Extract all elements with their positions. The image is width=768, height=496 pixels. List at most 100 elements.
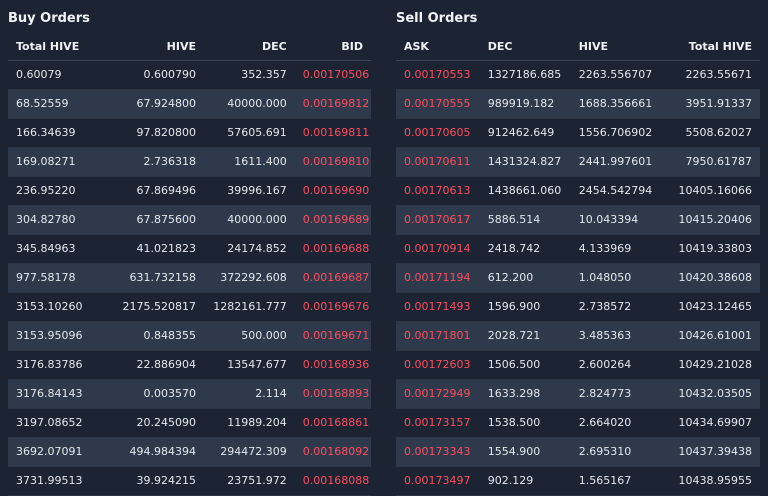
col-hive[interactable]: HIVE [102, 38, 204, 61]
total-hive-cell: 10432.03505 [661, 379, 760, 409]
buy-order-row[interactable]: 3197.08652 20.245090 11989.204 0.00168861 [8, 408, 371, 438]
dec-cell: 1633.298 [479, 379, 571, 409]
total-hive-cell: 10438.95955 [661, 466, 760, 496]
buy-order-row[interactable]: 166.34639 97.820800 57605.691 0.00169811 [8, 118, 371, 148]
sell-order-row[interactable]: 0.00172603 1506.500 2.600264 10429.21028 [396, 350, 760, 380]
hive-cell: 3.485363 [570, 321, 662, 351]
buy-order-row[interactable]: 3153.10260 2175.520817 1282161.777 0.001696… [8, 292, 371, 322]
dec-cell: 1431324.827 [479, 147, 571, 177]
sell-order-row[interactable]: 0.00172949 1633.298 2.824773 10432.03505 [396, 379, 760, 409]
dec-cell: 13547.677 [204, 350, 295, 380]
dec-cell: 294472.309 [204, 437, 295, 467]
dec-cell: 1538.500 [479, 408, 571, 438]
total-hive-cell: 3153.95096 [8, 321, 103, 351]
sell-order-row[interactable]: 0.00173497 902.129 1.565167 10438.95955 [396, 466, 760, 496]
buy-order-row[interactable]: 3692.07091 494.984394 294472.309 0.00168092 [8, 437, 371, 467]
hive-cell: 1556.706902 [570, 118, 662, 148]
hive-cell: 10.043394 [570, 205, 662, 235]
bid-price-cell: 0.00169689 [294, 205, 371, 235]
dec-cell: 2028.721 [479, 321, 571, 351]
total-hive-cell: 3951.91337 [661, 89, 760, 119]
bid-price-cell: 0.00170506 [294, 60, 371, 90]
dec-cell: 352.357 [204, 60, 295, 90]
hive-cell: 2441.997601 [570, 147, 662, 177]
col-total-hive[interactable]: Total HIVE [8, 38, 103, 61]
hive-cell: 1688.356661 [570, 89, 662, 119]
dec-cell: 5886.514 [479, 205, 571, 235]
buy-order-row[interactable]: 169.08271 2.736318 1611.400 0.00169810 [8, 147, 371, 177]
total-hive-cell: 236.95220 [8, 176, 103, 206]
dec-cell: 1611.400 [204, 147, 295, 177]
sell-order-row[interactable]: 0.00170611 1431324.827 2441.997601 7950.617… [396, 147, 760, 177]
buy-orders-table: Total HIVE HIVE DEC BID 0.60079 0.600790 3… [8, 38, 371, 496]
buy-orders-panel: Buy Orders Total HIVE HIVE DEC BID 0.600… [8, 0, 371, 496]
bid-price-cell: 0.00168936 [294, 350, 371, 380]
bid-price-cell: 0.00169676 [294, 292, 371, 322]
total-hive-cell: 345.84963 [8, 234, 103, 264]
buy-order-row[interactable]: 3176.84143 0.003570 2.114 0.00168893 [8, 379, 371, 409]
col-hive[interactable]: HIVE [570, 38, 662, 61]
hive-cell: 0.600790 [102, 60, 204, 90]
buy-order-row[interactable]: 68.52559 67.924800 40000.000 0.00169812 [8, 89, 371, 119]
sell-order-row[interactable]: 0.00171801 2028.721 3.485363 10426.61001 [396, 321, 760, 351]
hive-cell: 22.886904 [102, 350, 204, 380]
col-ask[interactable]: ASK [396, 38, 480, 61]
buy-order-row[interactable]: 3153.95096 0.848355 500.000 0.00169671 [8, 321, 371, 351]
total-hive-cell: 2263.55671 [661, 60, 760, 90]
buy-order-row[interactable]: 3176.83786 22.886904 13547.677 0.00168936 [8, 350, 371, 380]
total-hive-cell: 10434.69907 [661, 408, 760, 438]
sell-order-row[interactable]: 0.00170617 5886.514 10.043394 10415.20406 [396, 205, 760, 235]
sell-order-row[interactable]: 0.00170553 1327186.685 2263.556707 2263.556… [396, 60, 760, 90]
dec-cell: 1506.500 [479, 350, 571, 380]
col-total-hive[interactable]: Total HIVE [661, 38, 760, 61]
total-hive-cell: 10423.12465 [661, 292, 760, 322]
sell-order-row[interactable]: 0.00171493 1596.900 2.738572 10423.12465 [396, 292, 760, 322]
col-dec[interactable]: DEC [204, 38, 295, 61]
sell-order-row[interactable]: 0.00173157 1538.500 2.664020 10434.69907 [396, 408, 760, 438]
dec-cell: 23751.972 [204, 466, 295, 496]
ask-price-cell: 0.00170613 [396, 176, 480, 206]
hive-cell: 0.848355 [102, 321, 204, 351]
dec-cell: 39996.167 [204, 176, 295, 206]
sell-order-row[interactable]: 0.00173343 1554.900 2.695310 10437.39438 [396, 437, 760, 467]
dec-cell: 11989.204 [204, 408, 295, 438]
buy-order-row[interactable]: 3731.99513 39.924215 23751.972 0.00168088 [8, 466, 371, 496]
col-bid[interactable]: BID [294, 38, 371, 61]
sell-order-row[interactable]: 0.00170555 989919.182 1688.356661 3951.9133… [396, 89, 760, 119]
buy-order-row[interactable]: 0.60079 0.600790 352.357 0.00170506 [8, 60, 371, 90]
buy-order-row[interactable]: 977.58178 631.732158 372292.608 0.00169687 [8, 263, 371, 293]
total-hive-cell: 3731.99513 [8, 466, 103, 496]
sell-order-row[interactable]: 0.00170613 1438661.060 2454.542794 10405.16… [396, 176, 760, 206]
buy-orders-title: Buy Orders [8, 11, 90, 26]
buy-order-row[interactable]: 236.95220 67.869496 39996.167 0.00169690 [8, 176, 371, 206]
hive-cell: 2.600264 [570, 350, 662, 380]
total-hive-cell: 166.34639 [8, 118, 103, 148]
ask-price-cell: 0.00171801 [396, 321, 480, 351]
bid-price-cell: 0.00169811 [294, 118, 371, 148]
hive-cell: 0.003570 [102, 379, 204, 409]
buy-order-row[interactable]: 345.84963 41.021823 24174.852 0.00169688 [8, 234, 371, 264]
buy-order-row[interactable]: 304.82780 67.875600 40000.000 0.00169689 [8, 205, 371, 235]
sell-orders-table: ASK DEC HIVE Total HIVE 0.00170553 132718… [396, 38, 760, 496]
bid-price-cell: 0.00169687 [294, 263, 371, 293]
dec-cell: 912462.649 [479, 118, 571, 148]
total-hive-cell: 10419.33803 [661, 234, 760, 264]
hive-cell: 4.133969 [570, 234, 662, 264]
sell-order-row[interactable]: 0.00171194 612.200 1.048050 10420.38608 [396, 263, 760, 293]
dec-cell: 24174.852 [204, 234, 295, 264]
total-hive-cell: 3176.84143 [8, 379, 103, 409]
hive-cell: 2.738572 [570, 292, 662, 322]
ask-price-cell: 0.00171194 [396, 263, 480, 293]
sell-orders-panel: Sell Orders ASK DEC HIVE Total HIVE 0.00… [396, 0, 760, 496]
dec-cell: 372292.608 [204, 263, 295, 293]
bid-price-cell: 0.00169688 [294, 234, 371, 264]
col-dec[interactable]: DEC [479, 38, 571, 61]
sell-order-row[interactable]: 0.00170605 912462.649 1556.706902 5508.6202… [396, 118, 760, 148]
ask-price-cell: 0.00170914 [396, 234, 480, 264]
hive-cell: 67.869496 [102, 176, 204, 206]
hive-cell: 2.824773 [570, 379, 662, 409]
hive-cell: 39.924215 [102, 466, 204, 496]
bid-price-cell: 0.00168088 [294, 466, 371, 496]
sell-order-row[interactable]: 0.00170914 2418.742 4.133969 10419.33803 [396, 234, 760, 264]
total-hive-cell: 68.52559 [8, 89, 103, 119]
